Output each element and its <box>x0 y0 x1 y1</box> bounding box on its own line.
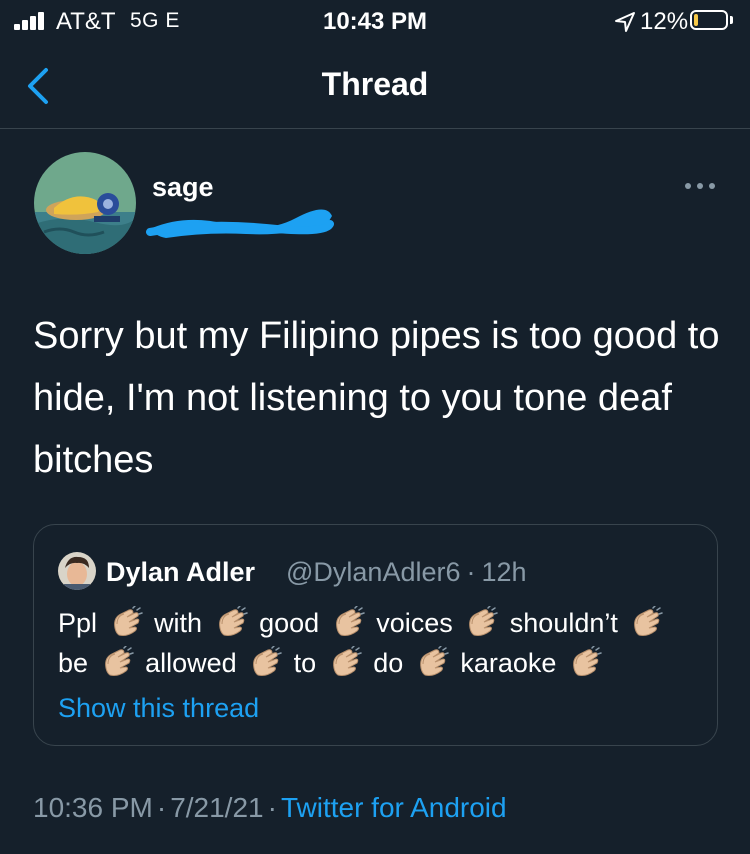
tweet-meta: 10:36 PM · 7/21/21 · Twitter for Android <box>33 792 507 824</box>
quoted-author-meta: @DylanAdler6 · 12h <box>286 557 533 588</box>
clapping-hands-icon <box>218 606 248 636</box>
clapping-hands-icon <box>419 646 449 676</box>
quoted-word: to <box>293 648 317 678</box>
battery-icon <box>690 10 728 30</box>
tweet-time: 10:36 PM <box>33 792 153 823</box>
clapping-hands-icon <box>335 606 365 636</box>
nav-bar: Thread <box>0 44 750 129</box>
meta-separator: · <box>156 792 167 823</box>
quoted-word: shouldn’t <box>509 608 618 638</box>
quoted-word: voices <box>376 608 453 638</box>
tweet-date: 7/21/21 <box>170 792 264 823</box>
more-horizontal-icon[interactable] <box>680 176 720 196</box>
quoted-author-handle: @DylanAdler6 <box>286 557 461 587</box>
status-clock: 10:43 PM <box>322 8 428 35</box>
quoted-tweet-card[interactable]: Dylan Adler @DylanAdler6 · 12h Ppl with go… <box>33 524 718 746</box>
clapping-hands-icon <box>113 606 143 636</box>
clapping-hands-icon <box>104 646 134 676</box>
redacted-handle-scribble <box>146 209 334 238</box>
battery-percent: 12% <box>640 8 689 35</box>
quoted-tweet-age: 12h <box>481 557 527 587</box>
quoted-word: be <box>58 648 89 678</box>
clapping-hands-icon <box>634 606 664 636</box>
author-avatar[interactable] <box>34 152 136 254</box>
status-bar: AT&T 5G E 10:43 PM 12% <box>0 0 750 44</box>
quoted-word: allowed <box>145 648 237 678</box>
author-display-name[interactable]: sage <box>152 172 214 203</box>
quoted-author-name: Dylan Adler <box>106 557 256 587</box>
quoted-word: good <box>259 608 320 638</box>
quoted-author-avatar <box>58 552 96 590</box>
show-thread-link[interactable]: Show this thread <box>58 693 259 724</box>
tweet-text: Sorry but my Filipino pipes is too good … <box>33 315 720 481</box>
clapping-hands-icon <box>573 646 602 676</box>
clapping-hands-icon <box>332 646 362 676</box>
tweet-source-link[interactable]: Twitter for Android <box>281 792 507 823</box>
quoted-word: Ppl <box>58 608 98 638</box>
clapping-hands-icon <box>253 646 282 676</box>
quoted-word: karaoke <box>460 648 557 678</box>
page-title: Thread <box>321 66 429 102</box>
meta-separator: · <box>466 557 476 587</box>
quoted-tweet-text: Ppl with good voices shouldn’t be allowe… <box>58 603 698 683</box>
quoted-word: do <box>373 648 404 678</box>
location-arrow-icon <box>615 12 635 32</box>
battery-level-fill <box>694 14 698 26</box>
clapping-hands-icon <box>469 606 499 636</box>
meta-separator: · <box>267 792 277 823</box>
quoted-word: with <box>154 608 203 638</box>
battery-terminal <box>730 16 733 24</box>
